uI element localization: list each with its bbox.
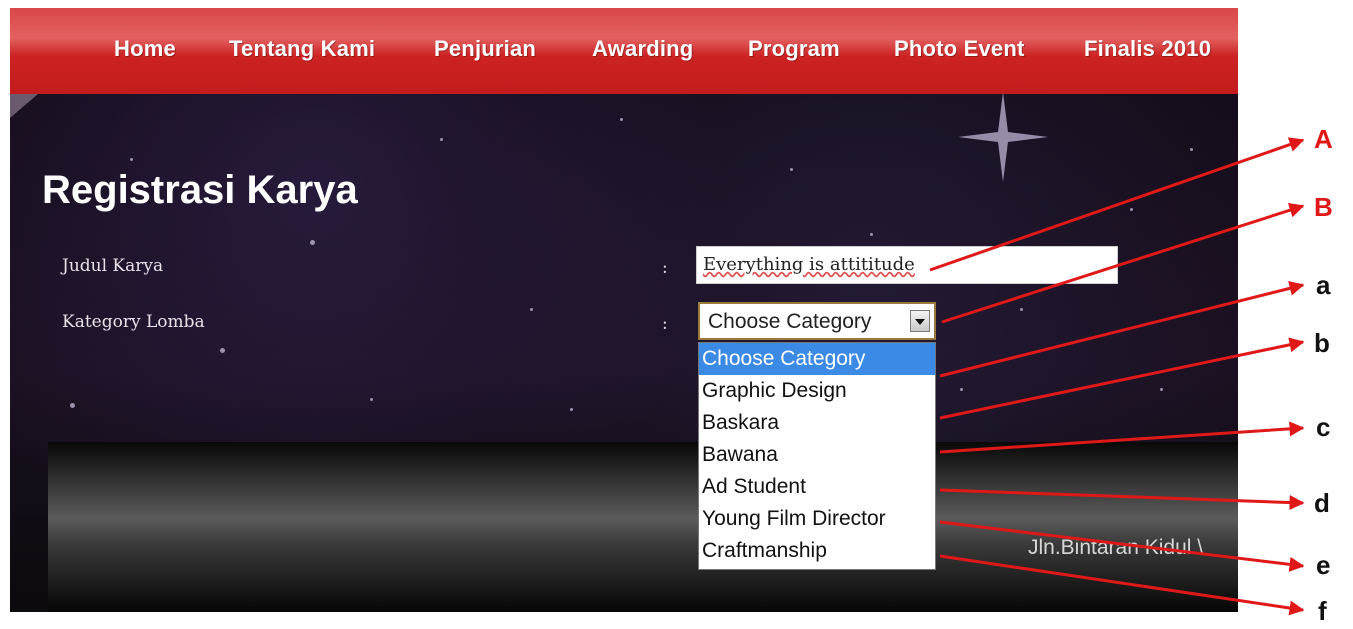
- annotation-label-A: A: [1314, 124, 1333, 154]
- annotation-arrows: [929, 137, 1305, 616]
- annotation-label-f: f: [1318, 596, 1327, 626]
- arrow-f: [939, 554, 1305, 616]
- annotation-label-b: b: [1314, 328, 1330, 358]
- annotation-label-a: a: [1316, 270, 1331, 300]
- annotation-label-c: c: [1316, 412, 1331, 442]
- annotation-label-d: d: [1314, 488, 1330, 518]
- annotation-label-e: e: [1316, 550, 1331, 580]
- arrow-c: [939, 421, 1305, 454]
- arrow-b-upper: [941, 202, 1305, 324]
- annotation-label-B: B: [1314, 192, 1333, 222]
- arrow-a: [939, 281, 1305, 378]
- arrow-b: [939, 337, 1305, 420]
- arrow-e: [939, 520, 1305, 572]
- arrow-a-upper: [929, 137, 1305, 272]
- arrow-d: [939, 488, 1305, 511]
